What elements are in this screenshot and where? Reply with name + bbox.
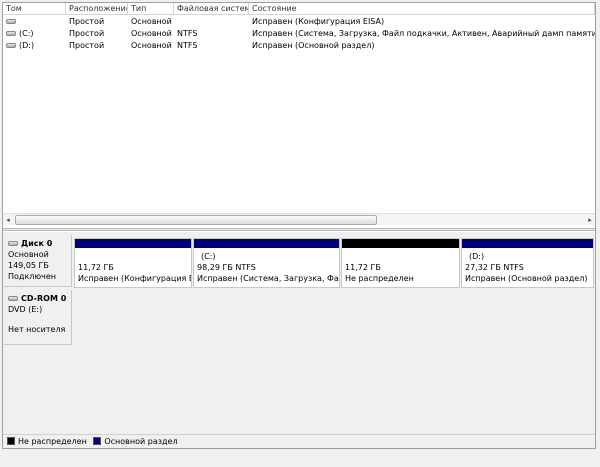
disk-0-label[interactable]: Диск 0 Основной 149,05 ГБ Подключен xyxy=(4,235,72,287)
volume-type: Основной xyxy=(131,17,172,26)
empty-graph-area xyxy=(3,347,595,434)
partition-size: 27,32 ГБ NTFS xyxy=(465,263,524,272)
partition-d[interactable]: (D:) 27,32 ГБ NTFS Исправен (Основной разд… xyxy=(461,238,594,288)
volume-status: Исправен (Конфигурация EISA) xyxy=(252,17,385,26)
disk-icon xyxy=(6,43,16,48)
partition-unallocated[interactable]: 11,72 ГБ Не распределен xyxy=(341,238,460,288)
column-header-type[interactable]: Тип xyxy=(128,3,174,15)
disk-graph-pane: Диск 0 Основной 149,05 ГБ Подключен 11,7… xyxy=(3,232,595,347)
partition-status: Исправен (Конфигурация EISA) xyxy=(78,274,191,283)
partition-label xyxy=(345,251,459,262)
legend: Не распределен Основной раздел xyxy=(3,434,595,448)
partition-size: 11,72 ГБ xyxy=(78,263,114,272)
partition-color-bar xyxy=(462,239,593,248)
cdrom-state: Нет носителя xyxy=(8,325,66,334)
disk-icon xyxy=(6,19,16,24)
partition-eisa[interactable]: 11,72 ГБ Исправен (Конфигурация EISA) xyxy=(74,238,192,288)
volume-row[interactable]: (C:) Простой Основной NTFS Исправен (Сис… xyxy=(3,28,595,40)
disk-icon xyxy=(6,31,16,36)
volume-layout: Простой xyxy=(69,29,105,38)
disk-size: 149,05 ГБ xyxy=(8,261,49,270)
volume-row[interactable]: Простой Основной Исправен (Конфигурация … xyxy=(3,16,595,28)
legend-label: Не распределен xyxy=(18,437,87,446)
volume-status: Исправен (Основной раздел) xyxy=(252,41,375,50)
legend-swatch-unallocated xyxy=(7,437,15,445)
column-header-status[interactable]: Состояние xyxy=(249,3,595,15)
volume-name: (C:) xyxy=(19,29,34,38)
volume-name: (D:) xyxy=(19,41,35,50)
volume-status: Исправен (Система, Загрузка, Файл подкач… xyxy=(252,29,595,38)
partition-color-bar xyxy=(194,239,339,248)
partition-label xyxy=(78,251,191,262)
partition-status: Исправен (Система, Загрузка, Файл подкач… xyxy=(197,274,339,283)
volume-layout: Простой xyxy=(69,41,105,50)
partition-color-bar xyxy=(75,239,191,248)
cdrom-drive: DVD (E:) xyxy=(8,305,43,314)
partition-size: 98,29 ГБ NTFS xyxy=(197,263,256,272)
partition-status: Исправен (Основной раздел) xyxy=(465,274,588,283)
volume-list-header: Том Расположение Тип Файловая система Со… xyxy=(3,3,595,15)
pane-splitter[interactable] xyxy=(3,228,595,231)
volume-layout: Простой xyxy=(69,17,105,26)
disk-icon xyxy=(8,241,18,246)
partition-label: (D:) xyxy=(469,252,485,261)
disk-type: Основной xyxy=(8,250,49,259)
partition-status: Не распределен xyxy=(345,274,414,283)
volume-fs: NTFS xyxy=(177,41,198,50)
partition-label: (C:) xyxy=(201,252,216,261)
volume-type: Основной xyxy=(131,29,172,38)
column-header-volume[interactable]: Том xyxy=(3,3,66,15)
volume-fs: NTFS xyxy=(177,29,198,38)
column-header-filesystem[interactable]: Файловая система xyxy=(174,3,249,15)
scroll-left-arrow-icon[interactable]: ◂ xyxy=(3,214,13,226)
cdrom-name: CD-ROM 0 xyxy=(21,294,67,303)
volume-type: Основной xyxy=(131,41,172,50)
horizontal-scrollbar[interactable]: ◂ ▸ xyxy=(3,213,595,225)
cdrom-0-label[interactable]: CD-ROM 0 DVD (E:) Нет носителя xyxy=(4,290,72,345)
partition-size: 11,72 ГБ xyxy=(345,263,381,272)
cdrom-icon xyxy=(8,296,18,301)
legend-swatch-primary xyxy=(93,437,102,445)
disk-state: Подключен xyxy=(8,272,56,281)
scroll-right-arrow-icon[interactable]: ▸ xyxy=(585,214,595,226)
partition-c[interactable]: (C:) 98,29 ГБ NTFS Исправен (Система, Загр… xyxy=(193,238,340,288)
disk-name: Диск 0 xyxy=(21,239,53,248)
volume-row[interactable]: (D:) Простой Основной NTFS Исправен (Осн… xyxy=(3,40,595,52)
disk-management-window: Том Расположение Тип Файловая система Со… xyxy=(2,2,596,449)
legend-label: Основной раздел xyxy=(104,437,178,446)
column-header-layout[interactable]: Расположение xyxy=(66,3,128,15)
partition-color-bar xyxy=(342,239,459,248)
scrollbar-thumb[interactable] xyxy=(15,215,377,225)
